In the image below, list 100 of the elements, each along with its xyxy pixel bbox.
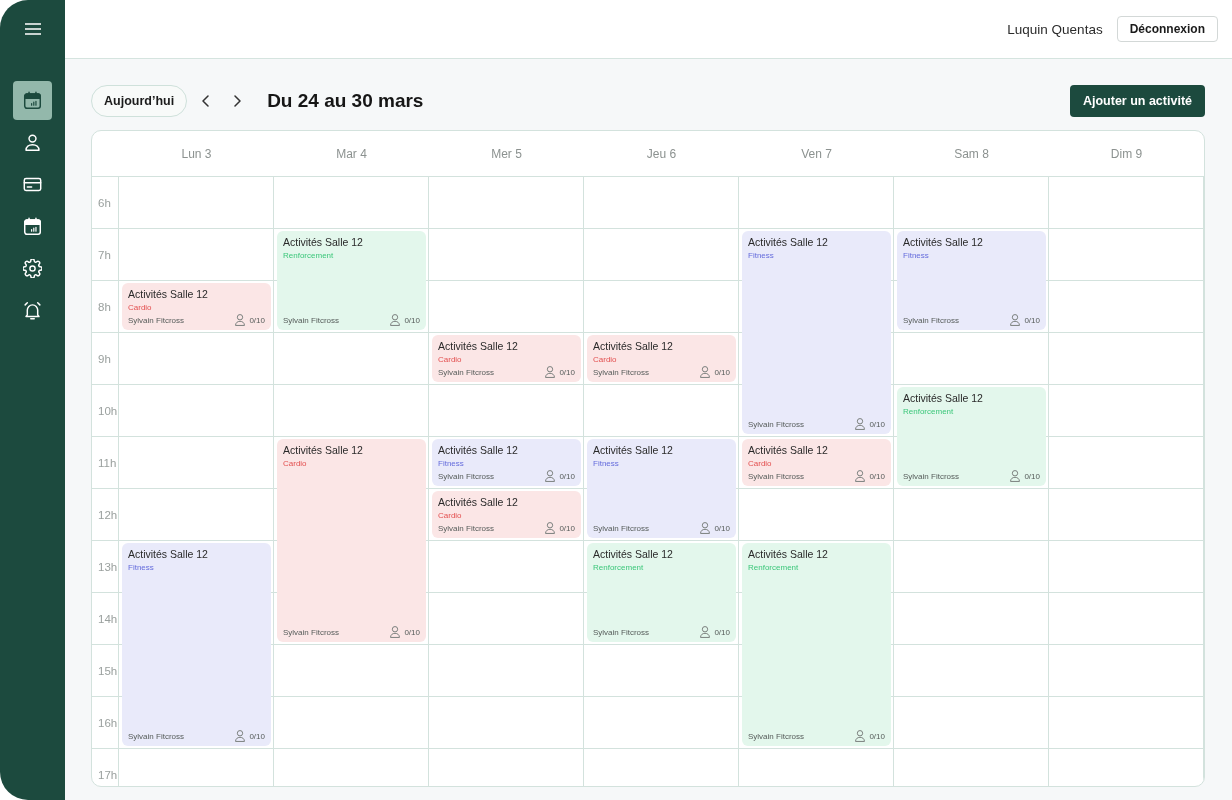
capacity-count: 0/10	[404, 314, 420, 326]
person-icon	[390, 314, 401, 326]
today-button[interactable]: Aujourd’hui	[91, 85, 188, 117]
chevron-left-icon	[201, 95, 209, 107]
capacity-count: 0/10	[1024, 470, 1040, 482]
event-category: Renforcement	[748, 563, 800, 573]
calendar-icon	[23, 91, 42, 110]
event-category: Renforcement	[903, 407, 955, 417]
settings-icon	[23, 259, 42, 278]
day-header: Dim 9	[1110, 146, 1143, 161]
person-icon	[23, 133, 42, 152]
event-title: Activités Salle 12	[128, 288, 209, 301]
person-icon	[545, 522, 556, 534]
event-title: Activités Salle 12	[903, 392, 984, 405]
event-card[interactable]: Activités Salle 12 Fitness Sylvain Fitcross 0/10	[742, 231, 891, 434]
event-card[interactable]: Activités Salle 12 Renforcement Sylvain Fitcross 0/10	[587, 543, 736, 642]
event-title: Activités Salle 12	[593, 444, 674, 457]
capacity-count: 0/10	[559, 522, 575, 534]
event-category: Renforcement	[593, 563, 645, 573]
coach-name: Sylvain Fitcross	[593, 366, 649, 378]
person-icon	[855, 730, 866, 742]
hour-label: 6h	[98, 197, 111, 209]
event-category: Cardio	[283, 459, 308, 469]
event-card[interactable]: Activités Salle 12 Fitness Sylvain Fitcross 0/10	[897, 231, 1046, 330]
event-card[interactable]: Activités Salle 12 Fitness Sylvain Fitcross 0/10	[432, 439, 581, 486]
hour-label: 8h	[98, 301, 111, 313]
hour-label: 11h	[98, 457, 117, 469]
event-title: Activités Salle 12	[593, 548, 674, 561]
add-activity-button[interactable]: Ajouter un activité	[1069, 85, 1205, 117]
event-title: Activités Salle 12	[438, 340, 519, 353]
event-card[interactable]: Activités Salle 12 Renforcement Sylvain Fitcross 0/10	[277, 231, 426, 330]
person-icon	[700, 522, 711, 534]
coach-name: Sylvain Fitcross	[128, 314, 184, 326]
event-category: Cardio	[593, 355, 618, 365]
capacity-count: 0/10	[869, 470, 885, 482]
chevron-right-icon	[233, 95, 241, 107]
person-icon	[235, 314, 246, 326]
coach-name: Sylvain Fitcross	[903, 470, 959, 482]
person-icon	[855, 418, 866, 430]
event-card[interactable]: Activités Salle 12 Cardio Sylvain Fitcross 0/10	[742, 439, 891, 486]
day-header: Mar 4	[336, 146, 367, 161]
logout-button[interactable]: Déconnexion	[1116, 16, 1218, 42]
capacity-count: 0/10	[249, 730, 265, 742]
event-category: Fitness	[593, 459, 620, 469]
person-icon	[700, 626, 711, 638]
sidebar-item[interactable]	[13, 81, 52, 120]
event-card[interactable]: Activités Salle 12 Renforcement Sylvain Fitcross 0/10	[897, 387, 1046, 486]
person-icon	[235, 730, 246, 742]
hour-label: 16h	[98, 717, 118, 729]
user-name: Luquin Quentas	[1007, 21, 1103, 37]
person-icon	[855, 470, 866, 482]
capacity-count: 0/10	[404, 626, 420, 638]
event-category: Fitness	[438, 459, 465, 469]
coach-name: Sylvain Fitcross	[748, 418, 804, 430]
coach-name: Sylvain Fitcross	[748, 470, 804, 482]
coach-name: Sylvain Fitcross	[438, 522, 494, 534]
hour-label: 13h	[98, 561, 118, 573]
event-category: Cardio	[438, 511, 463, 521]
event-title: Activités Salle 12	[748, 236, 829, 249]
capacity-count: 0/10	[1024, 314, 1040, 326]
event-title: Activités Salle 12	[283, 444, 364, 457]
event-title: Activités Salle 12	[593, 340, 674, 353]
coach-name: Sylvain Fitcross	[903, 314, 959, 326]
event-category: Cardio	[438, 355, 463, 365]
event-category: Fitness	[748, 251, 775, 261]
coach-name: Sylvain Fitcross	[438, 470, 494, 482]
day-header: Mer 5	[491, 146, 522, 161]
coach-name: Sylvain Fitcross	[283, 314, 339, 326]
event-card[interactable]: Activités Salle 12 Cardio Sylvain Fitcross 0/10	[587, 335, 736, 382]
event-title: Activités Salle 12	[748, 548, 829, 561]
event-category: Cardio	[128, 303, 153, 313]
coach-name: Sylvain Fitcross	[593, 626, 649, 638]
hour-label: 7h	[98, 249, 111, 261]
coach-name: Sylvain Fitcross	[748, 730, 804, 742]
event-category: Fitness	[128, 563, 155, 573]
event-card[interactable]: Activités Salle 12 Cardio Sylvain Fitcross 0/10	[122, 283, 271, 330]
event-card[interactable]: Activités Salle 12 Fitness Sylvain Fitcross 0/10	[122, 543, 271, 746]
bell-icon	[23, 301, 42, 320]
hour-label: 15h	[98, 665, 118, 677]
event-card[interactable]: Activités Salle 12 Cardio Sylvain Fitcross 0/10	[277, 439, 426, 642]
person-icon	[390, 626, 401, 638]
day-header: Sam 8	[954, 146, 989, 161]
event-card[interactable]: Activités Salle 12 Cardio Sylvain Fitcross 0/10	[432, 335, 581, 382]
person-icon	[700, 366, 711, 378]
day-header: Jeu 6	[646, 146, 677, 161]
week-title: Du 24 au 30 mars	[267, 90, 424, 112]
event-title: Activités Salle 12	[438, 444, 519, 457]
hour-label: 9h	[98, 353, 111, 365]
day-header: Lun 3	[181, 146, 212, 161]
hour-label: 10h	[98, 405, 118, 417]
calendar-icon	[23, 217, 42, 236]
person-icon	[1010, 314, 1021, 326]
event-title: Activités Salle 12	[903, 236, 984, 249]
event-card[interactable]: Activités Salle 12 Renforcement Sylvain Fitcross 0/10	[742, 543, 891, 746]
coach-name: Sylvain Fitcross	[128, 730, 184, 742]
event-title: Activités Salle 12	[748, 444, 829, 457]
hour-label: 14h	[98, 613, 118, 625]
event-card[interactable]: Activités Salle 12 Cardio Sylvain Fitcross 0/10	[432, 491, 581, 538]
event-card[interactable]: Activités Salle 12 Fitness Sylvain Fitcross 0/10	[587, 439, 736, 538]
capacity-count: 0/10	[559, 366, 575, 378]
